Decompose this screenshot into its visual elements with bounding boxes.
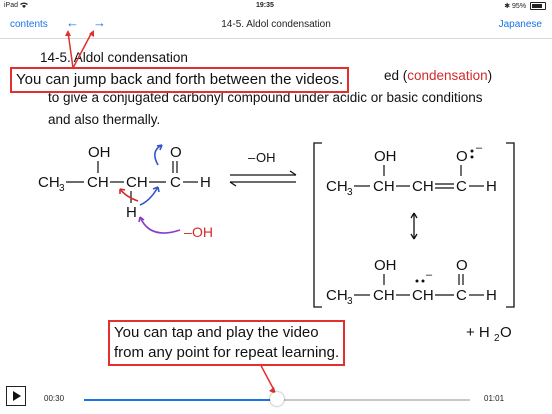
seek-thumb[interactable] bbox=[270, 392, 284, 406]
scrub-callout: You can tap and play the video from any … bbox=[108, 320, 346, 366]
current-time: 00:30 bbox=[44, 394, 65, 403]
navigation-callout: You can jump back and forth between the … bbox=[10, 67, 350, 93]
play-button[interactable] bbox=[6, 386, 26, 406]
seek-slider[interactable] bbox=[84, 392, 470, 406]
total-time: 01:01 bbox=[484, 394, 505, 403]
video-controls: 00:30 01:01 bbox=[0, 378, 552, 414]
play-icon bbox=[13, 391, 21, 401]
seek-progress bbox=[84, 399, 277, 401]
